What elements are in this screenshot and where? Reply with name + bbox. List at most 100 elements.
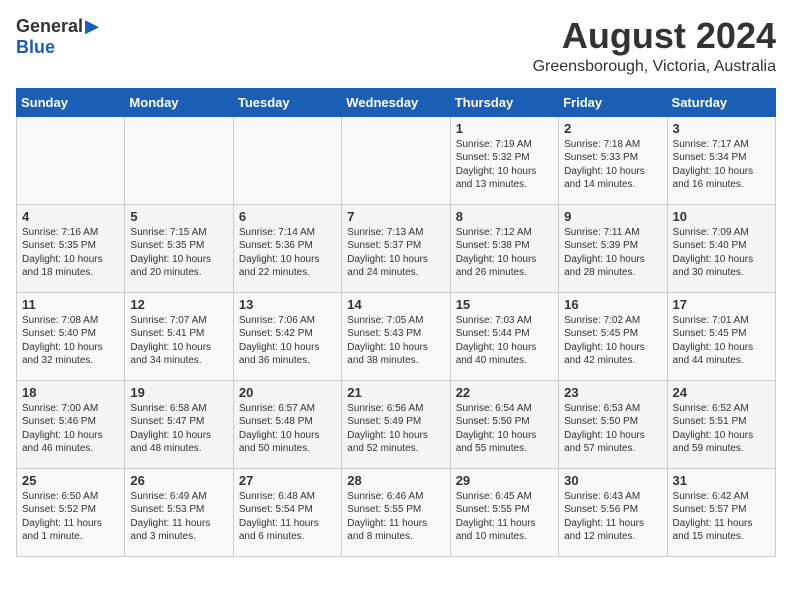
day-number: 10	[673, 209, 770, 224]
calendar-cell: 5 Sunrise: 7:15 AM Sunset: 5:35 PM Daylig…	[125, 204, 233, 292]
day-info: Sunrise: 6:42 AM Sunset: 5:57 PM Dayligh…	[673, 490, 770, 544]
day-info: Sunrise: 6:57 AM Sunset: 5:48 PM Dayligh…	[239, 402, 336, 456]
location-title: Greensborough, Victoria, Australia	[533, 58, 776, 76]
day-number: 27	[239, 473, 336, 488]
day-header-thursday: Thursday	[450, 88, 558, 116]
day-number: 18	[22, 385, 119, 400]
day-number: 30	[564, 473, 661, 488]
day-info: Sunrise: 7:12 AM Sunset: 5:38 PM Dayligh…	[456, 226, 553, 280]
day-info: Sunrise: 7:16 AM Sunset: 5:35 PM Dayligh…	[22, 226, 119, 280]
day-info: Sunrise: 7:09 AM Sunset: 5:40 PM Dayligh…	[673, 226, 770, 280]
calendar-cell: 19Sunrise: 6:58 AM Sunset: 5:47 PM Dayli…	[125, 380, 233, 468]
logo-general-text: General	[16, 16, 83, 36]
calendar-cell: 10 Sunrise: 7:09 AM Sunset: 5:40 PM Dayli…	[667, 204, 775, 292]
calendar-cell: 11 Sunrise: 7:08 AM Sunset: 5:40 PM Dayli…	[17, 292, 125, 380]
calendar-cell: 25Sunrise: 6:50 AM Sunset: 5:52 PM Dayli…	[17, 468, 125, 556]
calendar-cell	[125, 116, 233, 204]
day-number: 13	[239, 297, 336, 312]
calendar-cell: 3 Sunrise: 7:17 AM Sunset: 5:34 PM Daylig…	[667, 116, 775, 204]
calendar-cell: 30 Sunrise: 6:43 AM Sunset: 5:56 PM Dayli…	[559, 468, 667, 556]
day-info: Sunrise: 7:07 AM Sunset: 5:41 PM Dayligh…	[130, 314, 227, 368]
week-row-1: 1Sunrise: 7:19 AM Sunset: 5:32 PM Daylig…	[17, 116, 776, 204]
calendar-cell: 26 Sunrise: 6:49 AM Sunset: 5:53 PM Dayli…	[125, 468, 233, 556]
day-number: 11	[22, 297, 119, 312]
day-number: 14	[347, 297, 444, 312]
calendar-cell	[17, 116, 125, 204]
day-info: Sunrise: 7:14 AM Sunset: 5:36 PM Dayligh…	[239, 226, 336, 280]
day-info: Sunrise: 7:01 AM Sunset: 5:45 PM Dayligh…	[673, 314, 770, 368]
day-info: Sunrise: 6:43 AM Sunset: 5:56 PM Dayligh…	[564, 490, 661, 544]
day-number: 31	[673, 473, 770, 488]
day-number: 19	[130, 385, 227, 400]
month-title: August 2024	[533, 16, 776, 56]
calendar-cell: 28Sunrise: 6:46 AM Sunset: 5:55 PM Dayli…	[342, 468, 450, 556]
day-info: Sunrise: 6:52 AM Sunset: 5:51 PM Dayligh…	[673, 402, 770, 456]
calendar-cell	[342, 116, 450, 204]
calendar-cell: 23Sunrise: 6:53 AM Sunset: 5:50 PM Dayli…	[559, 380, 667, 468]
week-row-5: 25Sunrise: 6:50 AM Sunset: 5:52 PM Dayli…	[17, 468, 776, 556]
day-header-wednesday: Wednesday	[342, 88, 450, 116]
day-number: 9	[564, 209, 661, 224]
calendar-cell: 8 Sunrise: 7:12 AM Sunset: 5:38 PM Daylig…	[450, 204, 558, 292]
calendar-cell	[233, 116, 341, 204]
calendar-cell: 20 Sunrise: 6:57 AM Sunset: 5:48 PM Dayli…	[233, 380, 341, 468]
day-info: Sunrise: 7:02 AM Sunset: 5:45 PM Dayligh…	[564, 314, 661, 368]
day-number: 24	[673, 385, 770, 400]
day-info: Sunrise: 7:11 AM Sunset: 5:39 PM Dayligh…	[564, 226, 661, 280]
day-number: 8	[456, 209, 553, 224]
day-number: 1	[456, 121, 553, 136]
day-info: Sunrise: 7:13 AM Sunset: 5:37 PM Dayligh…	[347, 226, 444, 280]
calendar-cell: 18 Sunrise: 7:00 AM Sunset: 5:46 PM Dayli…	[17, 380, 125, 468]
week-row-3: 11 Sunrise: 7:08 AM Sunset: 5:40 PM Dayli…	[17, 292, 776, 380]
day-number: 12	[130, 297, 227, 312]
calendar-cell: 24 Sunrise: 6:52 AM Sunset: 5:51 PM Dayli…	[667, 380, 775, 468]
logo-blue-text: Blue	[16, 37, 99, 58]
calendar-header-row: SundayMondayTuesdayWednesdayThursdayFrid…	[17, 88, 776, 116]
calendar-cell: 31 Sunrise: 6:42 AM Sunset: 5:57 PM Dayli…	[667, 468, 775, 556]
day-number: 6	[239, 209, 336, 224]
header: General Blue August 2024 Greensborough, …	[16, 16, 776, 76]
day-info: Sunrise: 6:49 AM Sunset: 5:53 PM Dayligh…	[130, 490, 227, 544]
day-info: Sunrise: 7:15 AM Sunset: 5:35 PM Dayligh…	[130, 226, 227, 280]
day-number: 22	[456, 385, 553, 400]
calendar-cell: 1Sunrise: 7:19 AM Sunset: 5:32 PM Daylig…	[450, 116, 558, 204]
day-number: 3	[673, 121, 770, 136]
day-number: 20	[239, 385, 336, 400]
day-number: 17	[673, 297, 770, 312]
day-number: 7	[347, 209, 444, 224]
title-area: August 2024 Greensborough, Victoria, Aus…	[533, 16, 776, 76]
calendar-cell: 12 Sunrise: 7:07 AM Sunset: 5:41 PM Dayli…	[125, 292, 233, 380]
day-info: Sunrise: 6:56 AM Sunset: 5:49 PM Dayligh…	[347, 402, 444, 456]
day-number: 16	[564, 297, 661, 312]
day-number: 5	[130, 209, 227, 224]
calendar-cell: 7 Sunrise: 7:13 AM Sunset: 5:37 PM Daylig…	[342, 204, 450, 292]
week-row-2: 4 Sunrise: 7:16 AM Sunset: 5:35 PM Daylig…	[17, 204, 776, 292]
calendar-cell: 16 Sunrise: 7:02 AM Sunset: 5:45 PM Dayli…	[559, 292, 667, 380]
day-number: 4	[22, 209, 119, 224]
week-row-4: 18 Sunrise: 7:00 AM Sunset: 5:46 PM Dayli…	[17, 380, 776, 468]
day-info: Sunrise: 6:45 AM Sunset: 5:55 PM Dayligh…	[456, 490, 553, 544]
day-number: 23	[564, 385, 661, 400]
day-number: 29	[456, 473, 553, 488]
calendar-cell: 13 Sunrise: 7:06 AM Sunset: 5:42 PM Dayli…	[233, 292, 341, 380]
day-info: Sunrise: 7:08 AM Sunset: 5:40 PM Dayligh…	[22, 314, 119, 368]
day-number: 21	[347, 385, 444, 400]
day-header-saturday: Saturday	[667, 88, 775, 116]
day-info: Sunrise: 7:17 AM Sunset: 5:34 PM Dayligh…	[673, 138, 770, 192]
day-header-monday: Monday	[125, 88, 233, 116]
calendar-cell: 22Sunrise: 6:54 AM Sunset: 5:50 PM Dayli…	[450, 380, 558, 468]
calendar-cell: 29 Sunrise: 6:45 AM Sunset: 5:55 PM Dayli…	[450, 468, 558, 556]
calendar-cell: 4 Sunrise: 7:16 AM Sunset: 5:35 PM Daylig…	[17, 204, 125, 292]
day-header-sunday: Sunday	[17, 88, 125, 116]
day-info: Sunrise: 7:03 AM Sunset: 5:44 PM Dayligh…	[456, 314, 553, 368]
calendar-table: SundayMondayTuesdayWednesdayThursdayFrid…	[16, 88, 776, 557]
logo-icon	[85, 20, 99, 34]
day-info: Sunrise: 7:06 AM Sunset: 5:42 PM Dayligh…	[239, 314, 336, 368]
day-info: Sunrise: 7:00 AM Sunset: 5:46 PM Dayligh…	[22, 402, 119, 456]
day-number: 28	[347, 473, 444, 488]
calendar-cell: 21 Sunrise: 6:56 AM Sunset: 5:49 PM Dayli…	[342, 380, 450, 468]
calendar-cell: 6 Sunrise: 7:14 AM Sunset: 5:36 PM Daylig…	[233, 204, 341, 292]
day-number: 26	[130, 473, 227, 488]
day-number: 25	[22, 473, 119, 488]
day-number: 15	[456, 297, 553, 312]
